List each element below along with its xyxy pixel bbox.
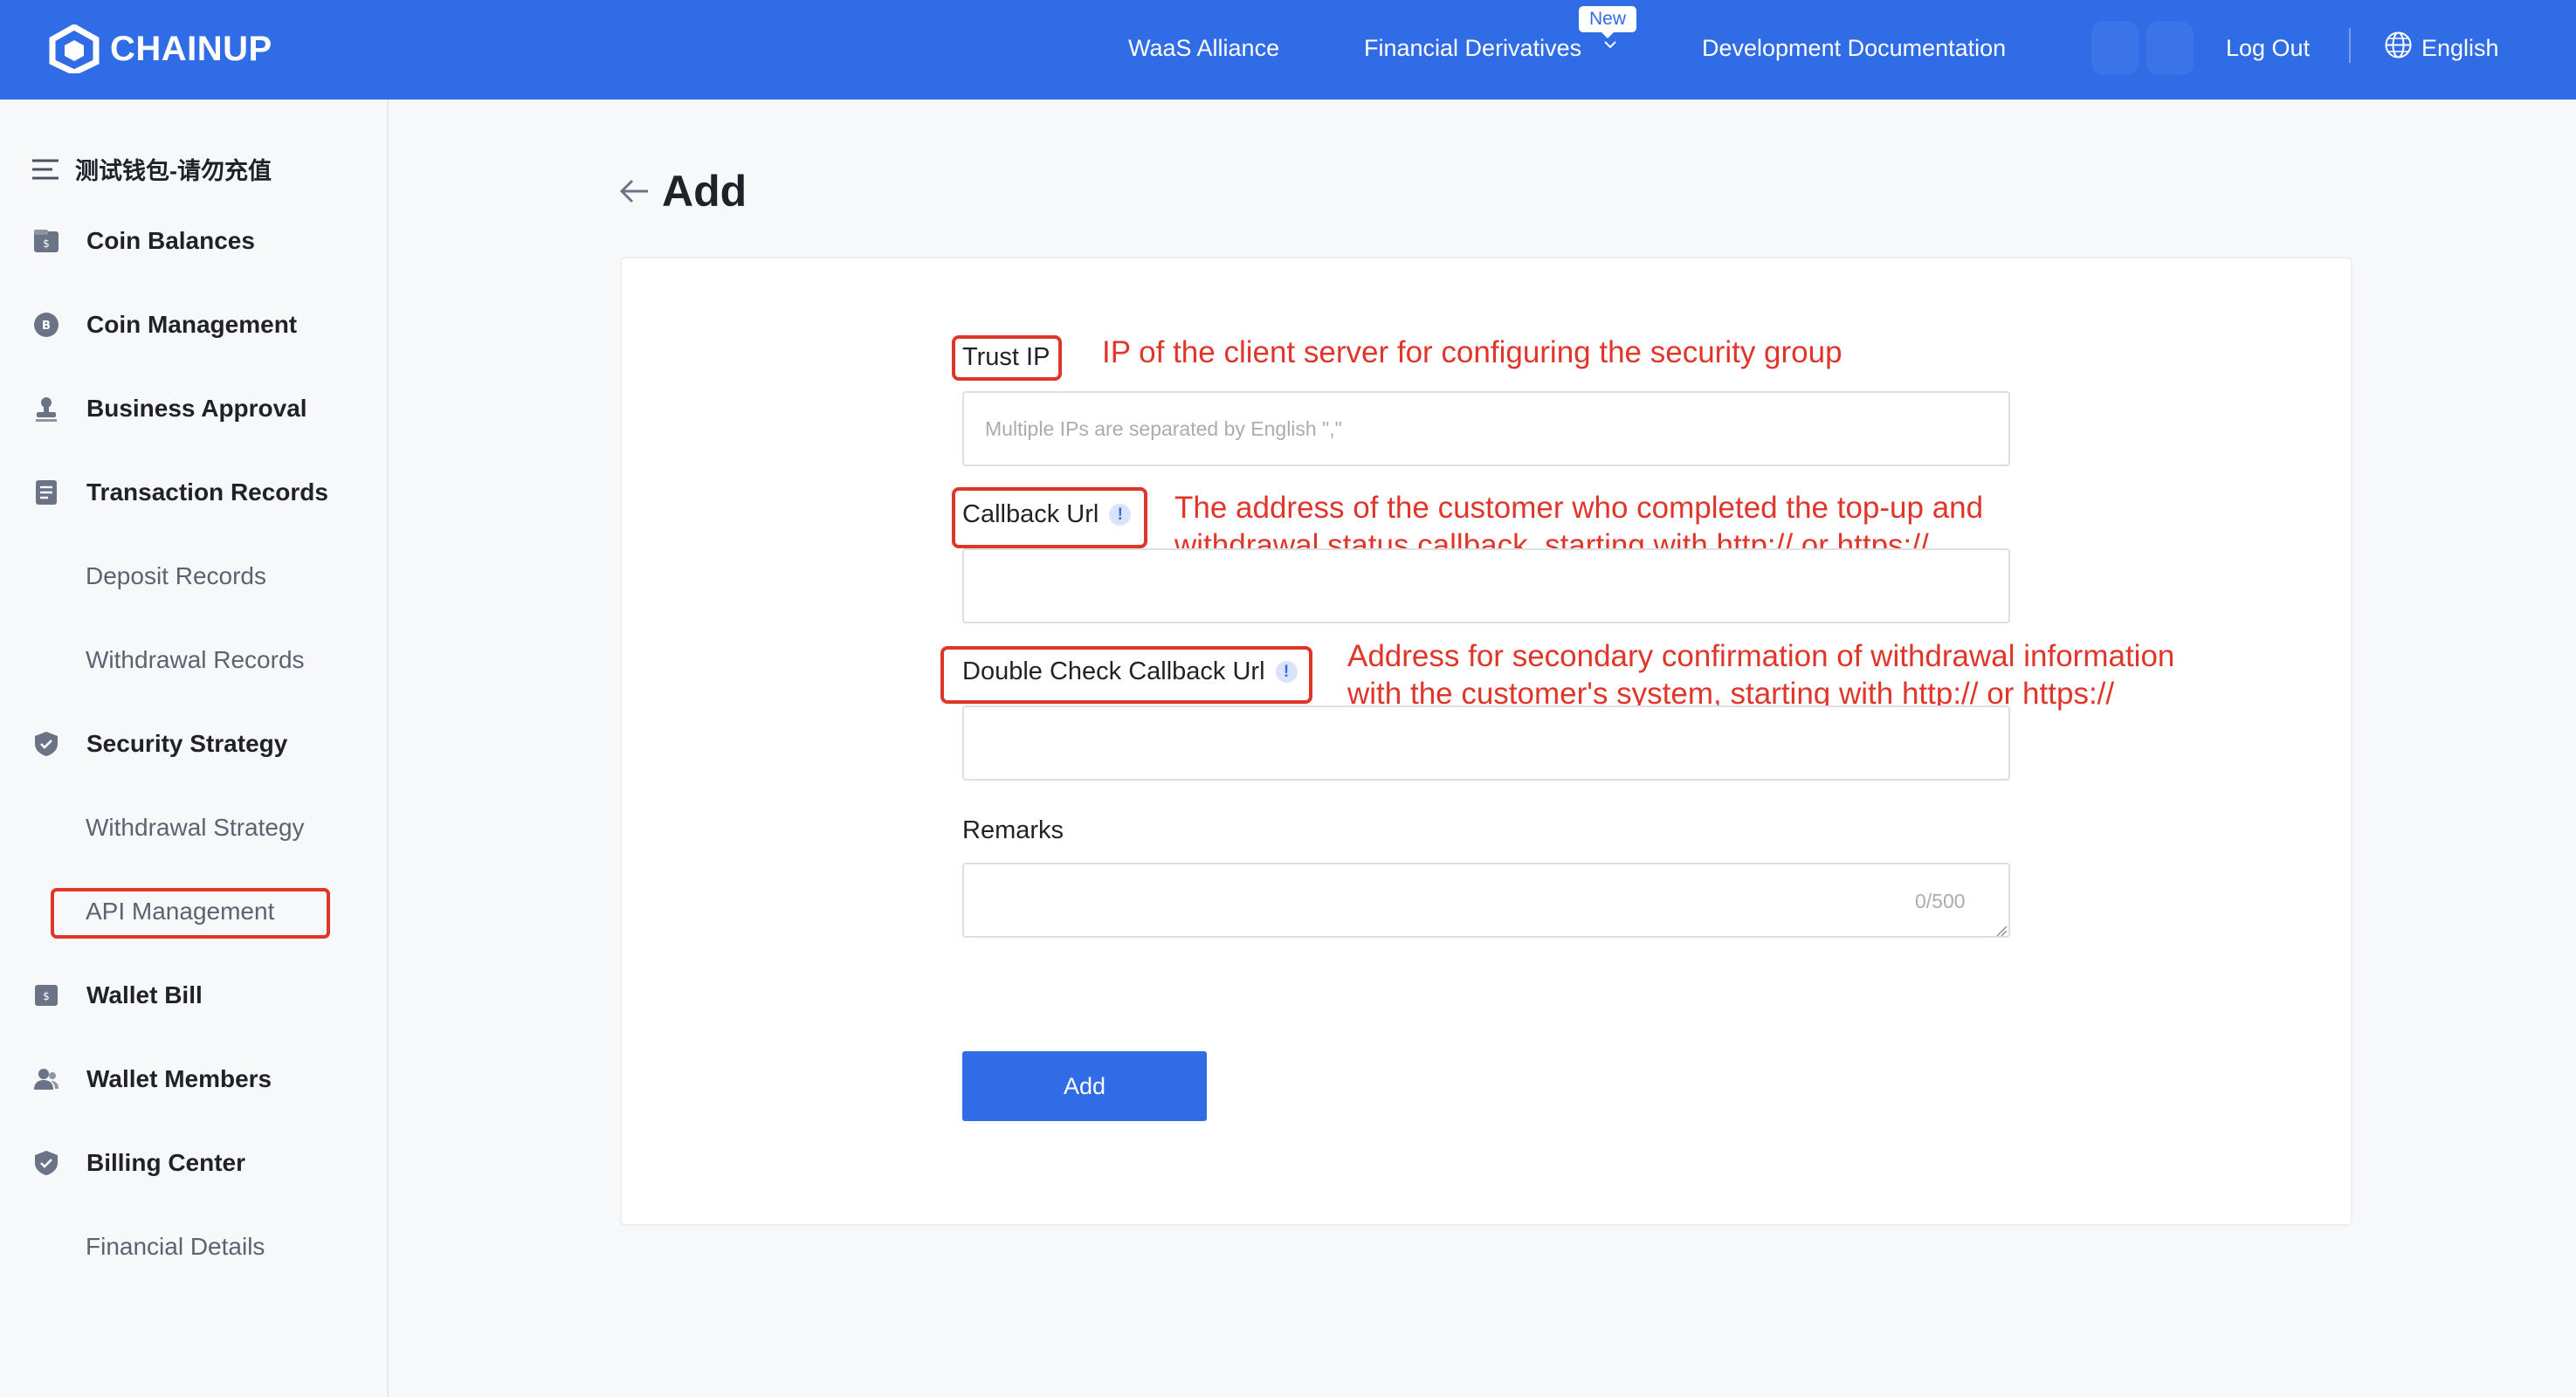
add-submit-button[interactable]: Add: [962, 1051, 1207, 1121]
trust-ip-label: Trust IP: [962, 343, 1050, 371]
shield-icon: [31, 1148, 61, 1178]
callback-url-annotation-line1: The address of the customer who complete…: [1174, 491, 1984, 525]
double-check-url-input[interactable]: [962, 705, 2010, 781]
top-navbar: CHAINUP WaaS Alliance Financial Derivati…: [0, 0, 2576, 100]
sidebar-item-label: Wallet Bill: [86, 981, 203, 1008]
api-management-highlight-box: [51, 888, 330, 939]
callback-url-input[interactable]: [962, 548, 2010, 623]
stamp-icon: [31, 394, 61, 423]
svg-text:B: B: [42, 320, 51, 333]
sidebar-item-transaction-records[interactable]: Transaction Records: [31, 475, 328, 510]
svg-text:$: $: [43, 237, 50, 250]
remarks-textarea[interactable]: [962, 863, 2010, 938]
double-check-url-annotation-line1: Address for secondary confirmation of wi…: [1347, 639, 2175, 673]
page-header: Add: [616, 166, 747, 217]
globe-icon[interactable]: [2384, 31, 2413, 59]
back-arrow-icon[interactable]: [616, 174, 651, 209]
blurred-avatar: [2146, 21, 2194, 75]
sidebar-item-coin-balances[interactable]: $ Coin Balances: [31, 224, 255, 258]
sidebar-item-business-approval[interactable]: Business Approval: [31, 391, 307, 426]
double-check-url-label: Double Check Callback Url !: [962, 657, 1298, 686]
sidebar-item-billing-center[interactable]: Billing Center: [31, 1146, 245, 1180]
new-badge: New: [1579, 6, 1636, 38]
wallet-selector[interactable]: 测试钱包-请勿充值: [31, 152, 272, 186]
chainup-logo[interactable]: CHAINUP: [47, 23, 272, 75]
blurred-avatar: [2091, 21, 2139, 75]
sidebar: 测试钱包-请勿充值 $ Coin Balances B Coin Managem…: [0, 100, 389, 1397]
sidebar-item-withdrawal-records[interactable]: Withdrawal Records: [86, 643, 305, 678]
remarks-label: Remarks: [962, 816, 1064, 844]
sidebar-item-deposit-records[interactable]: Deposit Records: [86, 559, 266, 594]
members-icon: [31, 1064, 61, 1094]
logo-text: CHAINUP: [110, 29, 272, 68]
sidebar-item-financial-details[interactable]: Financial Details: [86, 1229, 265, 1264]
header-divider: [2349, 28, 2351, 63]
bill-icon: $: [31, 981, 61, 1010]
info-icon[interactable]: !: [1109, 504, 1132, 526]
sidebar-item-label: Security Strategy: [86, 730, 288, 757]
sidebar-item-label: Transaction Records: [86, 478, 328, 506]
wallet-name: 测试钱包-请勿充值: [75, 158, 272, 184]
nav-development-documentation[interactable]: Development Documentation: [1702, 33, 2006, 63]
info-icon[interactable]: !: [1275, 661, 1298, 683]
logout-link[interactable]: Log Out: [2226, 33, 2310, 63]
wallet-icon: $: [31, 226, 61, 256]
remarks-char-counter: 0/500: [1915, 890, 1966, 912]
nav-waas-alliance[interactable]: WaaS Alliance: [1128, 33, 1279, 63]
svg-text:$: $: [43, 990, 50, 1002]
menu-icon[interactable]: [31, 158, 59, 181]
sidebar-item-label: Billing Center: [86, 1149, 246, 1176]
sidebar-item-security-strategy[interactable]: Security Strategy: [31, 726, 287, 761]
document-icon: [31, 478, 61, 507]
callback-url-label: Callback Url !: [962, 500, 1132, 529]
sidebar-item-label: Coin Management: [86, 311, 298, 338]
sidebar-item-withdrawal-strategy[interactable]: Withdrawal Strategy: [86, 810, 305, 845]
sidebar-item-wallet-bill[interactable]: $ Wallet Bill: [31, 978, 203, 1013]
sidebar-item-label: Business Approval: [86, 395, 307, 422]
trust-ip-input[interactable]: [962, 391, 2010, 466]
resize-grip-icon[interactable]: [1995, 925, 2008, 937]
shield-icon: [31, 729, 61, 759]
sidebar-item-label: Coin Balances: [86, 227, 255, 254]
sidebar-item-label: Wallet Members: [86, 1065, 272, 1092]
sidebar-item-wallet-members[interactable]: Wallet Members: [31, 1062, 272, 1097]
coin-icon: B: [31, 310, 61, 340]
nav-financial-derivatives[interactable]: Financial Derivatives: [1364, 33, 1581, 63]
callback-url-label-text: Callback Url: [962, 500, 1099, 528]
trust-ip-annotation: IP of the client server for configuring …: [1102, 335, 1842, 369]
chevron-down-icon[interactable]: [1602, 37, 1618, 52]
sidebar-item-coin-management[interactable]: B Coin Management: [31, 307, 297, 342]
double-check-url-label-text: Double Check Callback Url: [962, 657, 1265, 685]
page-title: Add: [662, 167, 747, 216]
language-selector[interactable]: English: [2421, 33, 2499, 63]
chainup-logo-icon: [49, 24, 100, 73]
